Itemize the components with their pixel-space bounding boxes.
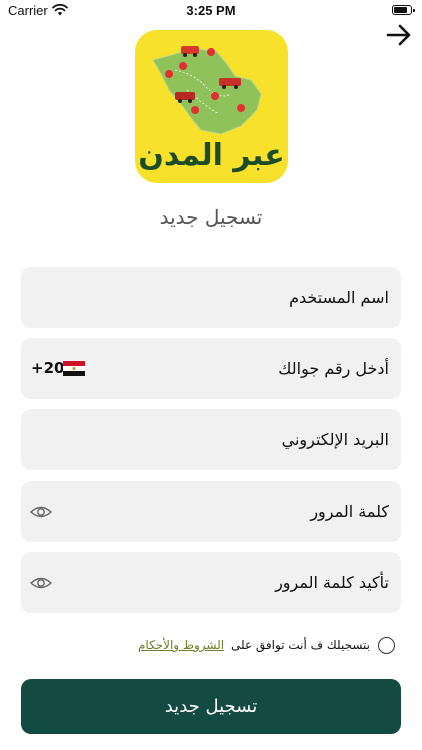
phone-placeholder: أدخل رقم جوالك xyxy=(278,359,389,378)
terms-text: بتسجيلك ف أنت توافق على الشروط والأحكام xyxy=(138,638,370,652)
logo-text: عبر المدن xyxy=(138,138,285,173)
username-placeholder: اسم المستخدم xyxy=(289,288,389,307)
arrow-right-icon xyxy=(386,24,411,46)
terms-statement: بتسجيلك ف أنت توافق على xyxy=(230,638,370,652)
terms-row: بتسجيلك ف أنت توافق على الشروط والأحكام xyxy=(0,635,422,657)
status-time: 3:25 PM xyxy=(186,3,236,18)
battery-icon xyxy=(392,5,415,15)
password-placeholder: كلمة المرور xyxy=(310,502,389,521)
status-bar: Carrier 3:25 PM xyxy=(0,0,422,22)
phone-field[interactable]: أدخل رقم جوالك +20 xyxy=(21,338,401,399)
eye-icon[interactable] xyxy=(29,500,53,524)
register-button[interactable]: تسجيل جديد xyxy=(21,679,401,734)
email-placeholder: البريد الإلكتروني xyxy=(281,430,389,449)
terms-link[interactable]: الشروط والأحكام xyxy=(138,638,224,652)
confirm-password-placeholder: تأكيد كلمة المرور xyxy=(275,573,389,592)
country-code[interactable]: +20 xyxy=(31,338,64,399)
app-logo: عبر المدن xyxy=(135,30,288,183)
password-field[interactable]: كلمة المرور xyxy=(21,481,401,542)
egypt-flag-icon xyxy=(63,361,85,376)
eye-icon[interactable] xyxy=(29,571,53,595)
username-field[interactable]: اسم المستخدم xyxy=(21,267,401,328)
page-title: تسجيل جديد xyxy=(159,205,263,229)
back-arrow-button[interactable] xyxy=(384,22,414,48)
email-field[interactable]: البريد الإلكتروني xyxy=(21,409,401,470)
terms-radio[interactable] xyxy=(378,637,395,654)
confirm-password-field[interactable]: تأكيد كلمة المرور xyxy=(21,552,401,613)
